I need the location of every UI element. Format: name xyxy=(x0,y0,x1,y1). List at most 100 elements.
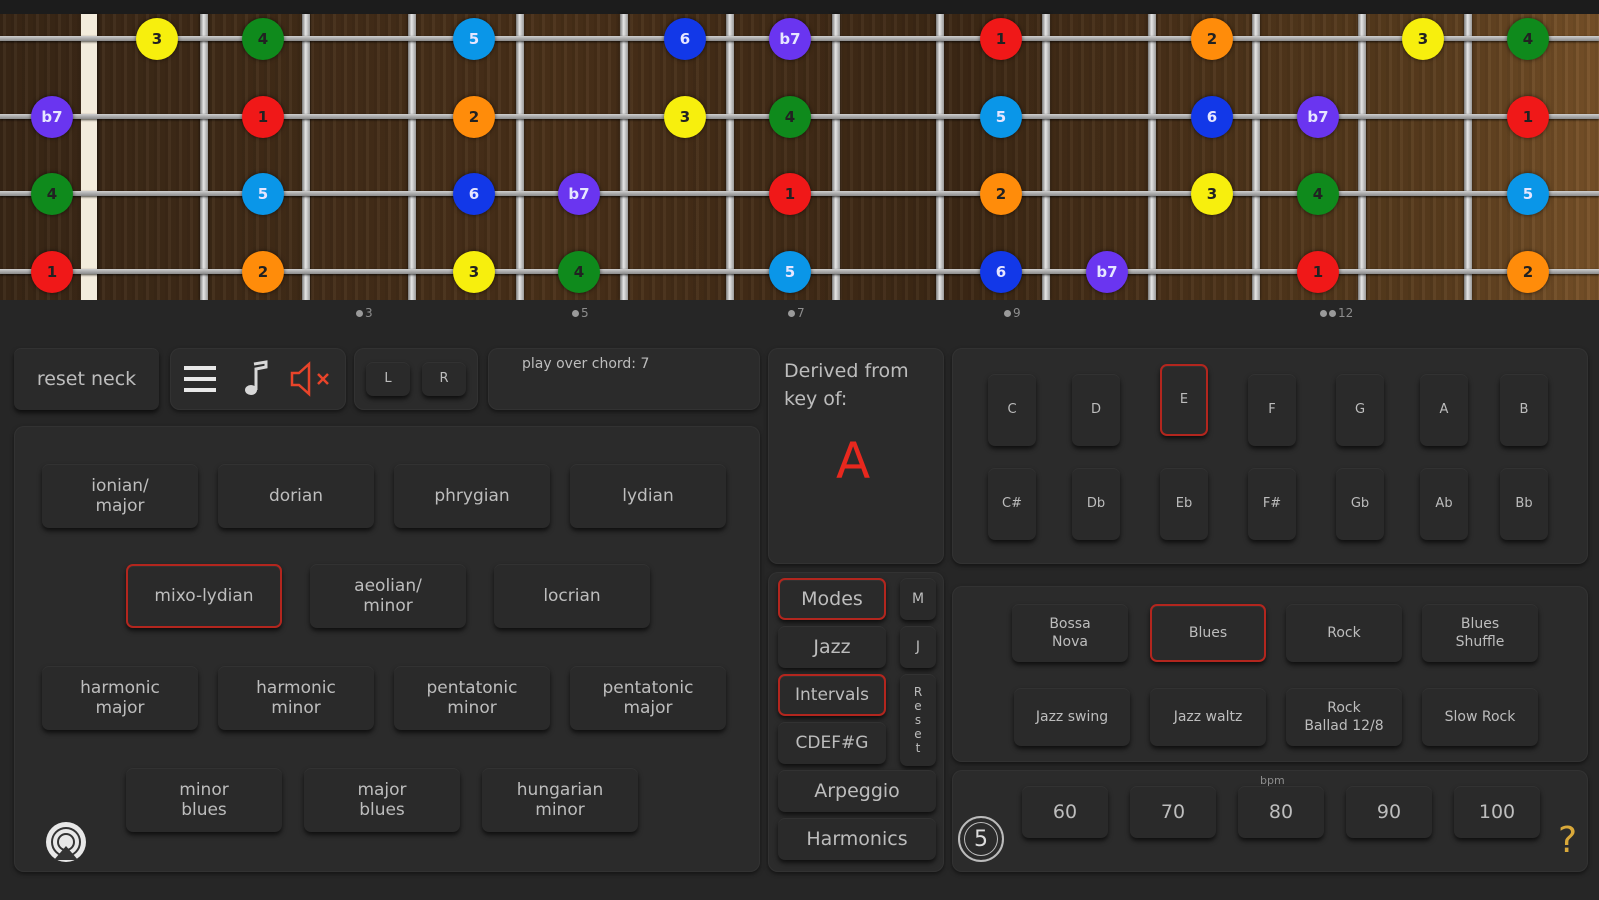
style-rock-ballad-button[interactable]: Rock Ballad 12/8 xyxy=(1286,688,1402,746)
jazz-button[interactable]: Jazz xyxy=(778,626,886,668)
left-hand-button[interactable]: L xyxy=(366,362,410,396)
note-dot[interactable]: 6 xyxy=(980,251,1022,293)
note-dot[interactable]: 2 xyxy=(1507,251,1549,293)
style-bossa-nova-button[interactable]: Bossa Nova xyxy=(1012,604,1128,662)
fret xyxy=(302,14,310,300)
note-dot[interactable]: 2 xyxy=(453,96,495,138)
style-jazz-swing-button[interactable]: Jazz swing xyxy=(1014,688,1130,746)
speaker-mute-icon[interactable] xyxy=(288,360,338,402)
harmonics-button[interactable]: Harmonics xyxy=(778,818,936,860)
note-dot[interactable]: 3 xyxy=(664,96,706,138)
intervals-button[interactable]: Intervals xyxy=(778,674,886,716)
scale-harmonic-major-button[interactable]: harmonic major xyxy=(42,666,198,730)
scale-locrian-button[interactable]: locrian xyxy=(494,564,650,628)
fret-markers: 3 5 7 9 12 xyxy=(0,300,1599,330)
key-d-button[interactable]: D xyxy=(1072,374,1120,446)
note-dot[interactable]: 1 xyxy=(242,96,284,138)
note-dot[interactable]: 5 xyxy=(1507,173,1549,215)
scale-phrygian-button[interactable]: phrygian xyxy=(394,464,550,528)
note-dot[interactable]: b7 xyxy=(558,173,600,215)
note-dot[interactable]: 1 xyxy=(1297,251,1339,293)
note-dot[interactable]: 5 xyxy=(242,173,284,215)
key-a-button[interactable]: A xyxy=(1420,374,1468,446)
bpm-60-button[interactable]: 60 xyxy=(1022,786,1108,838)
bpm-80-button[interactable]: 80 xyxy=(1238,786,1324,838)
airplay-icon[interactable] xyxy=(44,820,88,868)
note-dot[interactable]: 6 xyxy=(664,18,706,60)
scale-harmonic-minor-button[interactable]: harmonic minor xyxy=(218,666,374,730)
key-f-button[interactable]: F xyxy=(1248,374,1296,446)
cdefg-button[interactable]: CDEF#G xyxy=(778,722,886,764)
note-dot[interactable]: 2 xyxy=(242,251,284,293)
reset-neck-button[interactable]: reset neck xyxy=(14,348,159,410)
style-rock-button[interactable]: Rock xyxy=(1286,604,1402,662)
note-dot[interactable]: 4 xyxy=(31,173,73,215)
scale-ionian-button[interactable]: ionian/ major xyxy=(42,464,198,528)
key-g-button[interactable]: G xyxy=(1336,374,1384,446)
note-dot[interactable]: 4 xyxy=(1507,18,1549,60)
style-blues-button[interactable]: Blues xyxy=(1150,604,1266,662)
note-dot[interactable]: 5 xyxy=(453,18,495,60)
scale-major-blues-button[interactable]: major blues xyxy=(304,768,460,832)
note-dot[interactable]: 2 xyxy=(1191,18,1233,60)
key-eflat-button[interactable]: Eb xyxy=(1160,468,1208,540)
note-dot[interactable]: 6 xyxy=(453,173,495,215)
fretboard[interactable]: 3 4 5 6 b7 1 2 3 4 b7 1 2 3 4 5 6 b7 1 4… xyxy=(0,14,1599,300)
count-in-button[interactable]: 5 xyxy=(958,816,1004,862)
arpeggio-button[interactable]: Arpeggio xyxy=(778,770,936,812)
note-dot[interactable]: b7 xyxy=(769,18,811,60)
key-aflat-button[interactable]: Ab xyxy=(1420,468,1468,540)
note-dot[interactable]: 4 xyxy=(558,251,600,293)
key-c-button[interactable]: C xyxy=(988,374,1036,446)
scale-mixolydian-button[interactable]: mixo-lydian xyxy=(126,564,282,628)
note-dot[interactable]: 3 xyxy=(1402,18,1444,60)
modes-m-button[interactable]: M xyxy=(900,578,936,620)
style-blues-shuffle-button[interactable]: Blues Shuffle xyxy=(1422,604,1538,662)
style-jazz-waltz-button[interactable]: Jazz waltz xyxy=(1150,688,1266,746)
note-dot[interactable]: 4 xyxy=(1297,173,1339,215)
note-dot[interactable]: b7 xyxy=(1086,251,1128,293)
note-dot[interactable]: 4 xyxy=(769,96,811,138)
note-dot[interactable]: 1 xyxy=(980,18,1022,60)
key-fsharp-button[interactable]: F# xyxy=(1248,468,1296,540)
bpm-100-button[interactable]: 100 xyxy=(1454,786,1540,838)
key-e-button[interactable]: E xyxy=(1160,364,1208,436)
note-dot[interactable]: 1 xyxy=(769,173,811,215)
scale-pentatonic-minor-button[interactable]: pentatonic minor xyxy=(394,666,550,730)
scale-aeolian-button[interactable]: aeolian/ minor xyxy=(310,564,466,628)
note-dot[interactable]: 2 xyxy=(980,173,1022,215)
music-note-icon[interactable] xyxy=(242,360,270,402)
note-dot[interactable]: 3 xyxy=(453,251,495,293)
note-dot[interactable]: b7 xyxy=(31,96,73,138)
bpm-90-button[interactable]: 90 xyxy=(1346,786,1432,838)
note-dot[interactable]: b7 xyxy=(1297,96,1339,138)
note-dot[interactable]: 1 xyxy=(1507,96,1549,138)
note-dot[interactable]: 3 xyxy=(1191,173,1233,215)
key-csharp-button[interactable]: C# xyxy=(988,468,1036,540)
scale-lydian-button[interactable]: lydian xyxy=(570,464,726,528)
style-slow-rock-button[interactable]: Slow Rock xyxy=(1422,688,1538,746)
key-b-button[interactable]: B xyxy=(1500,374,1548,446)
note-dot[interactable]: 3 xyxy=(136,18,178,60)
key-dflat-button[interactable]: Db xyxy=(1072,468,1120,540)
note-dot[interactable]: 5 xyxy=(980,96,1022,138)
note-dot[interactable]: 1 xyxy=(31,251,73,293)
scale-minor-blues-button[interactable]: minor blues xyxy=(126,768,282,832)
note-dot[interactable]: 4 xyxy=(242,18,284,60)
modes-button[interactable]: Modes xyxy=(778,578,886,620)
fret xyxy=(200,14,208,300)
derived-key-panel: Derived from key of: A xyxy=(768,348,944,564)
note-dot[interactable]: 6 xyxy=(1191,96,1233,138)
scale-pentatonic-major-button[interactable]: pentatonic major xyxy=(570,666,726,730)
jazz-j-button[interactable]: J xyxy=(900,626,936,668)
menu-icon[interactable] xyxy=(182,362,218,400)
right-hand-button[interactable]: R xyxy=(422,362,466,396)
note-dot[interactable]: 5 xyxy=(769,251,811,293)
scale-hungarian-minor-button[interactable]: hungarian minor xyxy=(482,768,638,832)
key-gflat-button[interactable]: Gb xyxy=(1336,468,1384,540)
bpm-70-button[interactable]: 70 xyxy=(1130,786,1216,838)
scale-dorian-button[interactable]: dorian xyxy=(218,464,374,528)
help-icon[interactable]: ? xyxy=(1558,820,1577,861)
key-bflat-button[interactable]: Bb xyxy=(1500,468,1548,540)
reset-vertical-button[interactable]: R e s e t xyxy=(900,674,936,766)
